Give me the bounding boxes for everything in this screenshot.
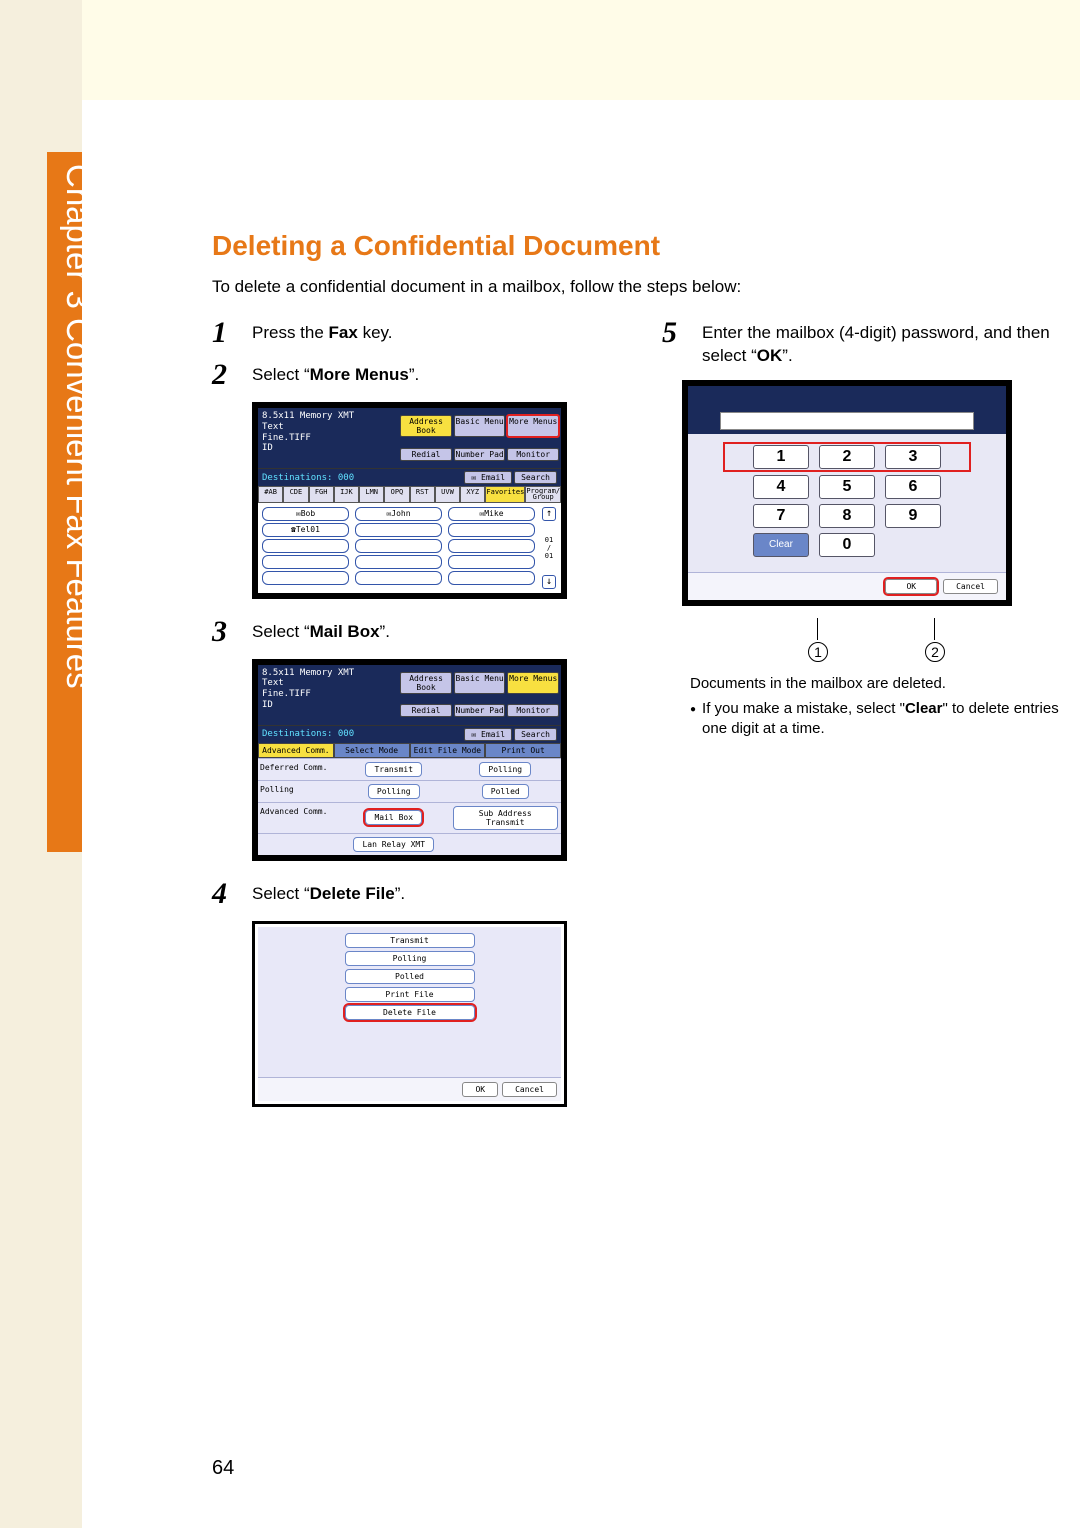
polling-button[interactable]: Polling: [479, 762, 531, 777]
sub-address-transmit-button[interactable]: Sub Address Transmit: [453, 806, 559, 830]
alpha-tab[interactable]: IJK: [334, 486, 359, 503]
page-number: 64: [212, 1457, 234, 1480]
step-text-2: Select “More Menus”.: [252, 364, 419, 387]
redial-button[interactable]: Redial: [400, 704, 452, 717]
cancel-button[interactable]: Cancel: [502, 1082, 557, 1097]
monitor-button[interactable]: Monitor: [507, 448, 559, 461]
edit-file-mode-tab[interactable]: Edit File Mode: [410, 743, 486, 758]
note-deleted: Documents in the mailbox are deleted.: [690, 674, 1062, 694]
keypad-1[interactable]: 1: [753, 445, 809, 469]
step-number-4: 4: [212, 879, 238, 909]
keypad-4[interactable]: 4: [753, 475, 809, 499]
number-pad-button[interactable]: Number Pad: [454, 704, 506, 717]
print-out-tab[interactable]: Print Out: [485, 743, 561, 758]
step-text-4: Select “Delete File”.: [252, 883, 405, 906]
transmit-button[interactable]: Transmit: [345, 933, 475, 948]
basic-menu-button[interactable]: Basic Menu: [454, 415, 506, 437]
alpha-tab[interactable]: CDE: [283, 486, 308, 503]
step-text-1: Press the Fax key.: [252, 322, 392, 345]
keypad-6[interactable]: 6: [885, 475, 941, 499]
alpha-tab[interactable]: UVW: [435, 486, 460, 503]
address-book-button[interactable]: Address Book: [400, 415, 452, 437]
mail-box-button[interactable]: Mail Box: [365, 810, 422, 825]
password-field[interactable]: [720, 412, 974, 430]
step-text-3: Select “Mail Box”.: [252, 621, 390, 644]
screenshot-more-menus: 8.5x11 Memory XMT Text Fine.TIFF ID Addr…: [252, 402, 567, 599]
polled-button[interactable]: Polled: [345, 969, 475, 984]
alpha-tab[interactable]: OPQ: [384, 486, 409, 503]
step-number-3: 3: [212, 617, 238, 647]
favorites-tab[interactable]: Favorites: [485, 486, 525, 503]
ok-button[interactable]: OK: [462, 1082, 498, 1097]
keypad-8[interactable]: 8: [819, 504, 875, 528]
transmit-button[interactable]: Transmit: [365, 762, 422, 777]
step-number-1: 1: [212, 318, 238, 348]
address-book-button[interactable]: Address Book: [400, 672, 452, 694]
step-number-2: 2: [212, 360, 238, 390]
step-text-5: Enter the mailbox (4-digit) password, an…: [702, 322, 1062, 368]
scroll-down-icon[interactable]: ↓: [542, 575, 556, 589]
destinations-label: Destinations: 000: [262, 729, 354, 739]
keypad-9[interactable]: 9: [885, 504, 941, 528]
alpha-tab[interactable]: RST: [410, 486, 435, 503]
contact-card[interactable]: ✉ Mike: [448, 507, 535, 521]
monitor-button[interactable]: Monitor: [507, 704, 559, 717]
email-button[interactable]: ✉ Email: [464, 471, 512, 484]
email-button[interactable]: ✉ Email: [464, 728, 512, 741]
alpha-tab[interactable]: #AB: [258, 486, 283, 503]
keypad-3[interactable]: 3: [885, 445, 941, 469]
select-mode-tab[interactable]: Select Mode: [334, 743, 410, 758]
step-number-5: 5: [662, 318, 688, 348]
keypad-clear[interactable]: Clear: [753, 533, 809, 557]
lan-relay-xmt-button[interactable]: Lan Relay XMT: [353, 837, 434, 852]
ok-button[interactable]: OK: [885, 579, 937, 594]
note-clear: ● If you make a mistake, select "Clear" …: [690, 699, 1062, 738]
polling-button[interactable]: Polling: [345, 951, 475, 966]
destinations-label: Destinations: 000: [262, 473, 354, 483]
section-title: Deleting a Confidential Document: [212, 230, 1072, 262]
polling-button[interactable]: Polling: [368, 784, 420, 799]
contact-card[interactable]: ✉ John: [355, 507, 442, 521]
print-file-button[interactable]: Print File: [345, 987, 475, 1002]
row-label: Deferred Comm.: [258, 759, 338, 780]
contact-card[interactable]: ✉ Bob: [262, 507, 349, 521]
more-menus-button[interactable]: More Menus: [507, 415, 559, 437]
redial-button[interactable]: Redial: [400, 448, 452, 461]
screenshot-password-pad: 1 2 3 4 5 6 7 8 9: [682, 380, 1012, 606]
search-button[interactable]: Search: [514, 471, 557, 484]
keypad-0[interactable]: 0: [819, 533, 875, 557]
keypad-5[interactable]: 5: [819, 475, 875, 499]
row-label: Polling: [258, 781, 338, 802]
scroll-up-icon[interactable]: ↑: [542, 507, 556, 521]
page-indicator: 01 / 01: [545, 536, 553, 560]
callout-1: 1: [808, 642, 828, 662]
basic-menu-button[interactable]: Basic Menu: [454, 672, 506, 694]
delete-file-button[interactable]: Delete File: [345, 1005, 475, 1020]
row-label: Advanced Comm.: [258, 803, 338, 833]
program-group-tab[interactable]: Program/ Group: [525, 486, 561, 503]
alpha-tab[interactable]: LMN: [359, 486, 384, 503]
more-menus-button[interactable]: More Menus: [507, 672, 559, 694]
polled-button[interactable]: Polled: [482, 784, 529, 799]
contact-card[interactable]: ☎ Tel01: [262, 523, 349, 537]
advanced-comm-tab[interactable]: Advanced Comm.: [258, 743, 334, 758]
number-pad-button[interactable]: Number Pad: [454, 448, 506, 461]
alpha-tab[interactable]: XYZ: [460, 486, 485, 503]
keypad-2[interactable]: 2: [819, 445, 875, 469]
keypad-7[interactable]: 7: [753, 504, 809, 528]
intro-text: To delete a confidential document in a m…: [212, 276, 1072, 298]
cancel-button[interactable]: Cancel: [943, 579, 998, 594]
alpha-tab[interactable]: FGH: [309, 486, 334, 503]
search-button[interactable]: Search: [514, 728, 557, 741]
callout-2: 2: [925, 642, 945, 662]
screenshot-delete-file: Transmit Polling Polled Print File Delet…: [252, 921, 567, 1107]
screenshot-mail-box: 8.5x11 Memory XMT Text Fine.TIFF ID Addr…: [252, 659, 567, 861]
